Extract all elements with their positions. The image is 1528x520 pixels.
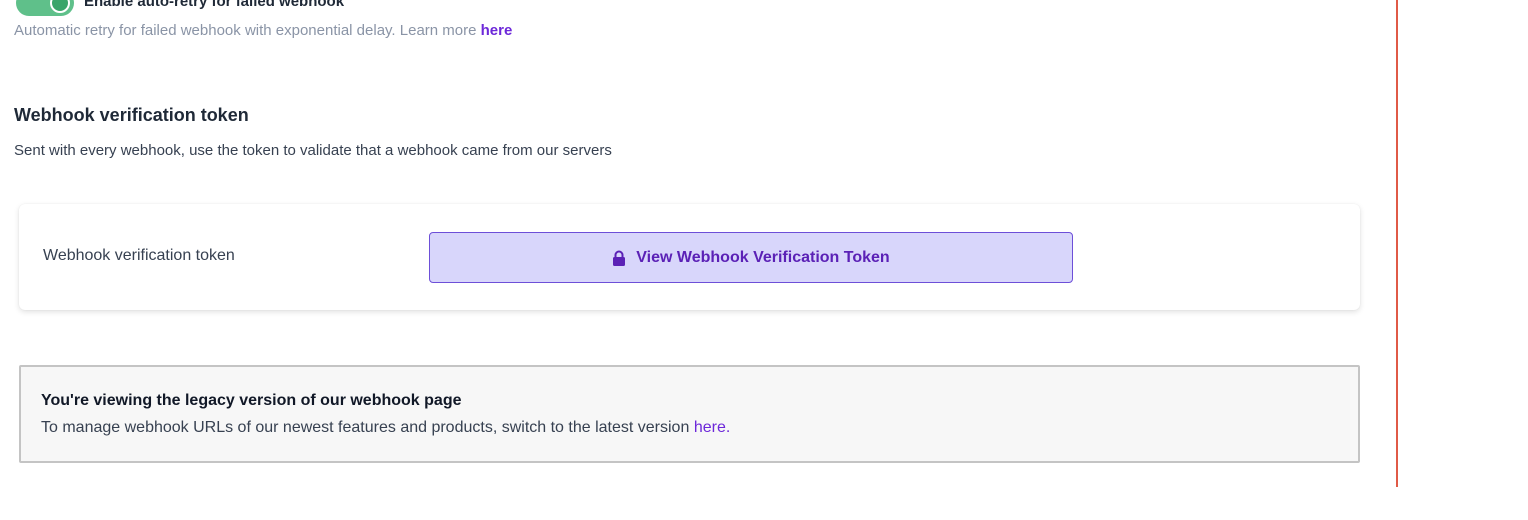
verification-section-title: Webhook verification token <box>14 105 249 125</box>
legacy-notice-description: To manage webhook URLs of our newest fea… <box>41 419 730 437</box>
auto-retry-description: Automatic retry for failed webhook with … <box>14 22 512 39</box>
lock-icon <box>613 250 626 266</box>
latest-version-link[interactable]: here. <box>694 419 730 436</box>
legacy-notice-title: You're viewing the legacy version of our… <box>41 392 462 409</box>
token-field-label: Webhook verification token <box>43 247 235 264</box>
view-token-button[interactable]: View Webhook Verification Token <box>429 232 1073 283</box>
view-token-button-label: View Webhook Verification Token <box>636 248 890 266</box>
legacy-notice-text: To manage webhook URLs of our newest fea… <box>41 419 690 436</box>
verification-token-card: Webhook verification token View Webhook … <box>19 204 1360 310</box>
webhook-settings-page: Enable auto-retry for failed webhook Aut… <box>0 0 1528 520</box>
panel-divider <box>1396 0 1398 487</box>
learn-more-link[interactable]: here <box>481 22 513 39</box>
auto-retry-toggle[interactable] <box>16 0 74 16</box>
verification-section-description: Sent with every webhook, use the token t… <box>14 142 612 159</box>
toggle-knob <box>50 0 70 13</box>
legacy-notice: You're viewing the legacy version of our… <box>19 365 1360 463</box>
auto-retry-label: Enable auto-retry for failed webhook <box>84 0 345 10</box>
auto-retry-description-text: Automatic retry for failed webhook with … <box>14 22 477 39</box>
